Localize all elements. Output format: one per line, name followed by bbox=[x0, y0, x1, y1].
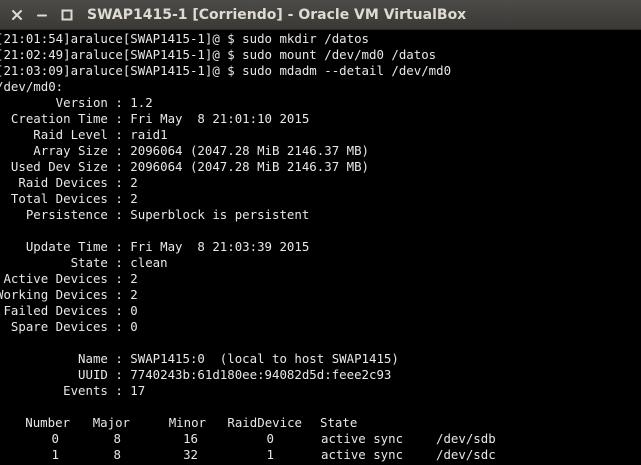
title-bar[interactable]: SWAP1415-1 [Corriendo] - Oracle VM Virtu… bbox=[0, 0, 641, 30]
cell-minor: 16 bbox=[183, 431, 198, 446]
close-icon[interactable] bbox=[10, 8, 24, 22]
col-minor: Minor bbox=[168, 415, 206, 430]
cell-number: 0 bbox=[51, 431, 59, 446]
cell-raiddevice: 1 bbox=[266, 447, 274, 462]
minimize-icon[interactable] bbox=[35, 8, 49, 22]
cell-number: 1 bbox=[51, 447, 59, 462]
device-table-header: Number Major Minor RaidDevice State bbox=[0, 415, 641, 431]
command-line: [21:01:54]araluce[SWAP1415-1]@ $ sudo mk… bbox=[0, 31, 369, 46]
cell-major: 8 bbox=[113, 447, 121, 462]
table-row: 1 8 32 1 active sync /dev/sdc bbox=[0, 447, 641, 463]
detail-line: UUID : 7740243b:61d180ee:94082d5d:feee2c… bbox=[0, 367, 392, 382]
detail-line: Total Devices : 2 bbox=[0, 191, 138, 206]
maximize-icon[interactable] bbox=[60, 8, 74, 22]
cell-minor: 32 bbox=[183, 447, 198, 462]
cell-major: 8 bbox=[113, 431, 121, 446]
table-row: 0 8 16 0 active sync /dev/sdb bbox=[0, 431, 641, 447]
detail-line: Version : 1.2 bbox=[0, 95, 153, 110]
detail-line: Name : SWAP1415:0 (local to host SWAP141… bbox=[0, 351, 399, 366]
cell-state: active sync bbox=[321, 431, 404, 446]
detail-line: Failed Devices : 0 bbox=[0, 303, 138, 318]
detail-line: Active Devices : 2 bbox=[0, 271, 138, 286]
cell-raiddevice: 0 bbox=[266, 431, 274, 446]
detail-line: State : clean bbox=[0, 255, 168, 270]
cell-device: /dev/sdb bbox=[436, 431, 496, 446]
window-title: SWAP1415-1 [Corriendo] - Oracle VM Virtu… bbox=[87, 7, 467, 23]
detail-line: Update Time : Fri May 8 21:03:39 2015 bbox=[0, 239, 310, 254]
col-major: Major bbox=[92, 415, 130, 430]
col-number: Number bbox=[25, 415, 70, 430]
virtualbox-window: SWAP1415-1 [Corriendo] - Oracle VM Virtu… bbox=[0, 0, 641, 465]
detail-line: Persistence : Superblock is persistent bbox=[0, 207, 310, 222]
detail-line: Working Devices : 2 bbox=[0, 287, 138, 302]
detail-line: Used Dev Size : 2096064 (2047.28 MiB 214… bbox=[0, 159, 369, 174]
detail-line: Events : 17 bbox=[0, 383, 146, 398]
detail-line: Spare Devices : 0 bbox=[0, 319, 138, 334]
col-raiddevice: RaidDevice bbox=[227, 415, 302, 430]
detail-line: Array Size : 2096064 (2047.28 MiB 2146.3… bbox=[0, 143, 369, 158]
cell-state: active sync bbox=[321, 447, 404, 462]
detail-line: Raid Devices : 2 bbox=[0, 175, 138, 190]
command-line: [21:03:09]araluce[SWAP1415-1]@ $ sudo md… bbox=[0, 63, 452, 78]
detail-line: Raid Level : raid1 bbox=[0, 127, 168, 142]
cell-device: /dev/sdc bbox=[436, 447, 496, 462]
device-header: /dev/md0: bbox=[0, 79, 64, 94]
command-line: [21:02:49]araluce[SWAP1415-1]@ $ sudo mo… bbox=[0, 47, 437, 62]
terminal-output[interactable]: [21:01:54]araluce[SWAP1415-1]@ $ sudo mk… bbox=[0, 31, 641, 465]
col-state: State bbox=[320, 415, 358, 430]
detail-line: Creation Time : Fri May 8 21:01:10 2015 bbox=[0, 111, 310, 126]
